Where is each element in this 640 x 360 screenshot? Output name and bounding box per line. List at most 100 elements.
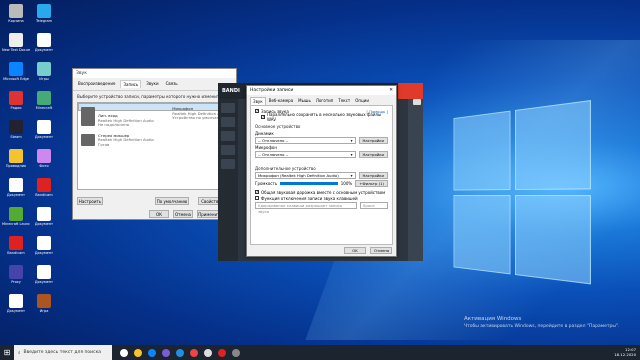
viber-icon[interactable] [162,348,170,357]
microphone-select[interactable]: -- Отключено -- ▾ [255,151,356,158]
app-icon [37,91,51,105]
desktop-icon[interactable]: Документ [30,33,58,61]
desktop-icon[interactable]: Документ [30,120,58,148]
app-icon [9,207,23,221]
desktop-icon[interactable]: Корзина [2,4,30,32]
mix-track-checkbox[interactable]: ✓ [255,190,259,194]
desktop-icon[interactable]: Minecraft Launcher [2,207,30,235]
configure-button[interactable]: Настроить [77,197,103,205]
desktop-icon[interactable]: Minecraft [30,91,58,119]
tab-text[interactable]: Текст [336,97,352,105]
boost-button[interactable]: +Фильтр (1) [355,180,388,187]
tab-mouse[interactable]: Мышь [296,97,313,105]
tab-playback[interactable]: Воспроизведение [76,80,117,88]
desktop-icon[interactable]: New Text Document [2,33,30,61]
device-microphone[interactable]: Микрофон Realtek High Definition Audio Уст… [78,103,231,120]
app-icon [37,178,51,192]
additional-device-value: Микрофон (Realtek High Definition Audio) [258,173,339,178]
record-sound-checkbox[interactable]: ✓ [255,109,259,113]
desktop-icon[interactable]: Игры [30,62,58,90]
desktop-icon[interactable]: Фото [30,149,58,177]
sound-cancel-button[interactable]: Отмена [173,210,193,218]
desktop-icon[interactable]: Bandicam [2,236,30,264]
yandex-icon[interactable] [190,348,198,357]
sound-ok-button[interactable]: ОК [149,210,169,218]
desktop-icon-label: Документ [6,193,26,197]
speaker-value: -- Отключено -- [258,138,289,143]
steam-icon[interactable] [204,348,212,357]
desktop-icon-label: Bandicam [7,251,25,255]
desktop-icon[interactable]: Документ [30,207,58,235]
browser-icon[interactable] [148,348,156,357]
file-explorer-icon[interactable] [134,348,142,357]
desktop-icon[interactable]: Документ [2,178,30,206]
additional-settings-button[interactable]: Настройки [358,172,388,179]
app-icon [9,236,23,250]
sidebar-item[interactable] [221,117,235,127]
desktop-icon-label: Игра [39,309,49,313]
hotkey-key-field: Space [360,202,388,209]
activation-watermark: Активация Windows Чтобы активировать Win… [464,316,619,330]
taskbar-search[interactable]: ⌕ Введите здесь текст для поиска [14,345,112,360]
system-clock[interactable]: 12:07 18.12.2020 [614,347,636,357]
desktop-icon-label: Игры [39,77,49,81]
main-device-group-label: Основное устройство [255,124,301,129]
desktop-icon[interactable]: Proxy [2,265,30,293]
tab-logo[interactable]: Логотип [314,97,336,105]
app-icon [9,265,23,279]
sound-title-bar[interactable]: Звук [73,69,236,78]
app-icon [37,62,51,76]
dialog-title-bar[interactable]: Настройки записи ✕ [247,86,396,95]
tab-sounds[interactable]: Звуки [144,80,160,88]
search-placeholder: Введите здесь текст для поиска [23,350,102,355]
help-link[interactable]: [ Помощь ] [366,109,388,114]
close-icon[interactable]: ✕ [389,88,393,93]
desktop-icon[interactable]: Документ [30,265,58,293]
tab-sound[interactable]: Звук [250,97,266,105]
tab-recording[interactable]: Запись [120,80,142,88]
sidebar-item[interactable] [221,103,235,113]
desktop-icon[interactable]: Steam [2,120,30,148]
telegram-icon[interactable] [176,348,184,357]
dialog-tabs: Звук Веб-камера Мышь Логотип Текст Опции [247,95,396,105]
desktop-icon[interactable]: Радио [2,91,30,119]
sound-window[interactable]: Звук Воспроизведение Запись Звуки Связь … [72,68,237,220]
tab-webcam[interactable]: Веб-камера [267,97,295,105]
set-default-button[interactable]: По умолчанию [155,197,189,205]
microphone-settings-button[interactable]: Настройки [358,151,388,158]
stereo-mix-icon [81,133,95,146]
screenshot-camera-icon[interactable] [413,99,421,105]
dialog-ok-button[interactable]: OK [344,247,366,254]
desktop-icon[interactable]: Проводник [2,149,30,177]
tab-options[interactable]: Опции [353,97,371,105]
parallel-wav-checkbox[interactable]: ✓ [261,115,265,119]
task-view-icon[interactable] [120,348,128,357]
speaker-select[interactable]: -- Отключено -- ▾ [255,137,356,144]
bandicam-taskbar-icon[interactable] [218,348,226,357]
hotkey-checkbox[interactable] [255,196,259,200]
dialog-cancel-button[interactable]: Отмена [370,247,392,254]
tab-communication[interactable]: Связь [164,80,180,88]
volume-slider[interactable] [280,182,338,185]
sidebar-item[interactable] [221,145,235,155]
device-stereo-mix[interactable]: Стерео микшер Realtek High Definition Aud… [78,131,231,151]
speaker-settings-button[interactable]: Настройки [358,137,388,144]
desktop-icon[interactable]: Microsoft Edge [2,62,30,90]
desktop-icon[interactable]: Документ [30,236,58,264]
record-settings-dialog[interactable]: Настройки записи ✕ Звук Веб-камера Мышь … [246,85,397,257]
recording-device-list[interactable]: Микрофон Realtek High Definition Audio Уст… [77,102,232,190]
desktop-icon-label: Документ [34,48,54,52]
desktop-icon[interactable]: Telegram [30,4,58,32]
desktop-icon-label: New Text Document [2,48,30,52]
start-button[interactable]: ⊞ [0,345,14,360]
app-icon [9,294,23,308]
app-icon[interactable] [232,348,240,357]
sidebar-item[interactable] [221,159,235,169]
additional-device-select[interactable]: Микрофон (Realtek High Definition Audio)… [255,172,356,179]
app-icon [37,33,51,47]
desktop-icon[interactable]: Документ [2,294,30,322]
record-button[interactable] [398,83,423,99]
desktop-icon[interactable]: Bandicam [30,178,58,206]
desktop-icon[interactable]: Игра [30,294,58,322]
sidebar-item[interactable] [221,131,235,141]
